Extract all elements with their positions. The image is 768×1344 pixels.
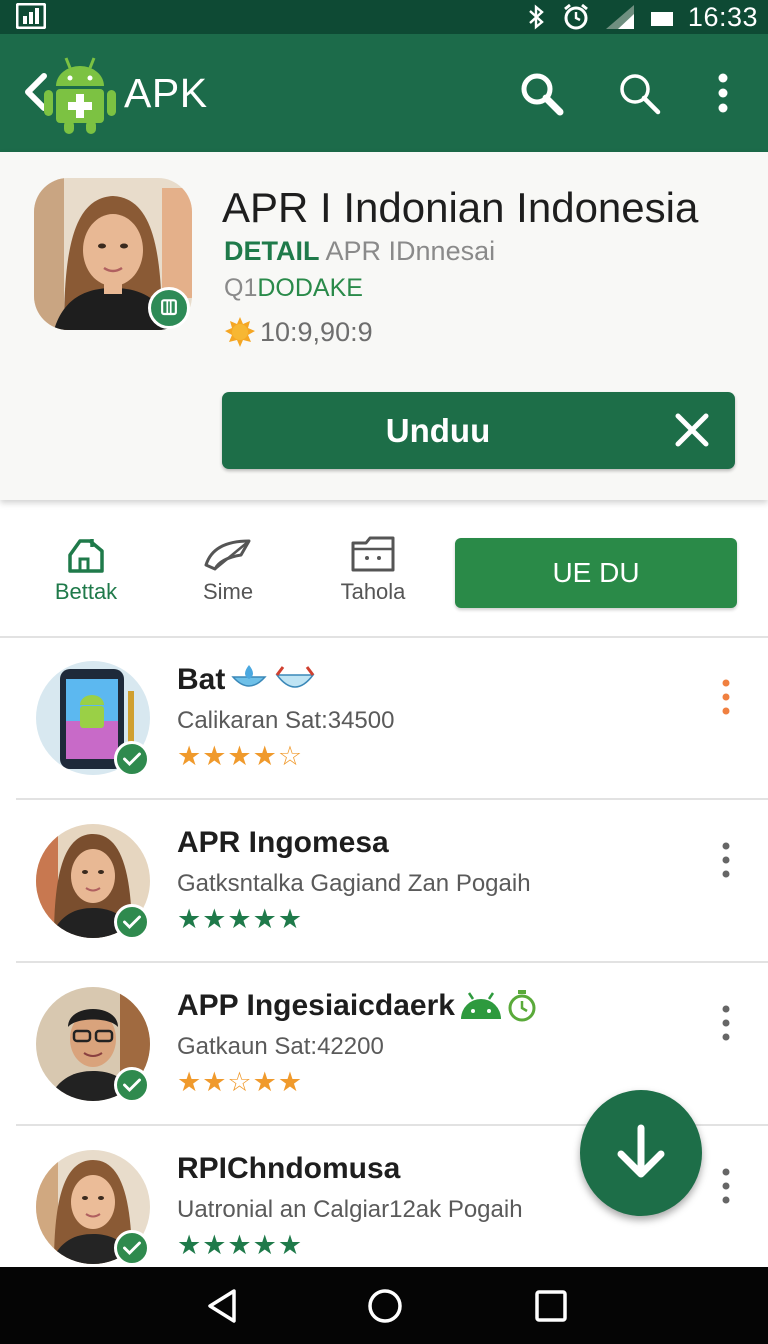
version-prefix: Q1 xyxy=(224,274,258,302)
title-text: RPIChndomusa xyxy=(177,1152,401,1185)
stars: ★★★★★ xyxy=(177,1230,304,1260)
bluetooth-icon xyxy=(529,4,544,30)
timer-icon xyxy=(508,990,536,1022)
detail-label: DETAIL xyxy=(224,236,320,266)
app-title: APK xyxy=(124,70,208,116)
android-head-icon xyxy=(460,992,501,1019)
more-vert-icon[interactable] xyxy=(714,1166,738,1206)
drop-icon xyxy=(231,665,268,687)
search-icon[interactable] xyxy=(518,70,564,116)
system-nav-bar xyxy=(0,1267,768,1344)
more-vert-icon[interactable] xyxy=(714,677,738,717)
send-icon xyxy=(204,539,251,571)
nav-back-icon[interactable] xyxy=(204,1287,242,1325)
tab-tahola[interactable]: Tahola xyxy=(318,535,428,605)
home-icon xyxy=(68,539,104,573)
more-vert-icon[interactable] xyxy=(700,70,746,116)
status-bar: 16:33 xyxy=(0,0,768,34)
verified-check-icon xyxy=(114,904,150,940)
version-line: Q1DODAKE xyxy=(224,274,363,303)
star-rating: ★★★★★ xyxy=(177,904,303,935)
tab-label: Sime xyxy=(202,579,254,604)
search-icon[interactable] xyxy=(616,70,662,116)
action-button[interactable]: UE DU xyxy=(455,538,737,608)
status-time: 16:33 xyxy=(687,1,758,32)
android-logo-icon xyxy=(44,57,116,134)
verified-check-icon xyxy=(114,1067,150,1103)
battery-icon xyxy=(650,12,673,26)
stars: ★★☆★★ xyxy=(177,1067,304,1097)
version-label: DODAKE xyxy=(257,274,363,302)
star-rating: ★★★★★ xyxy=(177,1230,303,1261)
more-vert-icon[interactable] xyxy=(714,1003,738,1043)
list-item-subtitle: Uatronial an Calgiar12ak Pogaih xyxy=(177,1196,523,1223)
title-text: APR Ingomesa xyxy=(177,826,389,859)
app-size: 10:9,90:9 xyxy=(260,316,373,347)
alarm-icon xyxy=(563,3,588,30)
app-detail-card: APR I Indonian Indonesia DETAIL APR IDnn… xyxy=(0,152,768,500)
app-name: APR I Indonian Indonesia xyxy=(222,184,699,231)
download-fab[interactable] xyxy=(580,1090,702,1216)
signal-icon xyxy=(605,5,634,29)
download-button[interactable]: Unduu xyxy=(222,392,735,469)
more-vert-icon[interactable] xyxy=(714,840,738,880)
download-button-label: Unduu xyxy=(385,412,491,449)
star-rating: ★★☆★★ xyxy=(177,1067,303,1098)
title-text: APP Ingesiaicdaerk xyxy=(177,989,455,1022)
folder-icon xyxy=(351,536,395,572)
stars: ★★★★★ xyxy=(177,904,304,934)
sun-badge-icon xyxy=(225,317,255,347)
star-rating: ★★★★☆ xyxy=(177,741,303,772)
detail-subtitle: APR IDnnesai xyxy=(325,236,496,266)
list-item-subtitle: Gatksntalka Gagiand Zan Pogaih xyxy=(177,870,531,897)
tab-label: Tahola xyxy=(340,579,406,604)
tab-label: Bettak xyxy=(54,579,118,604)
list-item-title: Bat xyxy=(177,663,317,697)
gallery-icon xyxy=(16,3,46,29)
bowl-icon xyxy=(275,666,315,688)
close-icon[interactable] xyxy=(674,412,710,448)
list-item-title: APP Ingesiaicdaerk xyxy=(177,989,537,1023)
size-line: 10:9,90:9 xyxy=(224,316,373,348)
arrow-down-icon xyxy=(617,1124,665,1178)
list-item[interactable]: Bat Calikaran Sat:34500 ★★★★☆ xyxy=(0,637,768,800)
verified-check-icon xyxy=(114,1230,150,1266)
verified-check-icon xyxy=(114,741,150,777)
list-item-title: RPIChndomusa xyxy=(177,1152,400,1186)
list-item[interactable]: APR Ingomesa Gatksntalka Gagiand Zan Pog… xyxy=(0,800,768,963)
list-item-title: APR Ingomesa xyxy=(177,826,389,860)
detail-line: DETAIL APR IDnnesai xyxy=(224,236,495,267)
title-text: Bat xyxy=(177,663,226,696)
android-badge-icon xyxy=(148,287,190,329)
tab-bettak[interactable]: Bettak xyxy=(31,535,141,605)
list-item-subtitle: Gatkaun Sat:42200 xyxy=(177,1033,384,1060)
tab-sime[interactable]: Sime xyxy=(173,535,283,605)
nav-home-icon[interactable] xyxy=(366,1287,404,1325)
nav-recents-icon[interactable] xyxy=(532,1287,570,1325)
app-bar: APK xyxy=(0,34,768,152)
list-item-subtitle: Calikaran Sat:34500 xyxy=(177,707,395,734)
stars: ★★★★☆ xyxy=(177,741,304,771)
